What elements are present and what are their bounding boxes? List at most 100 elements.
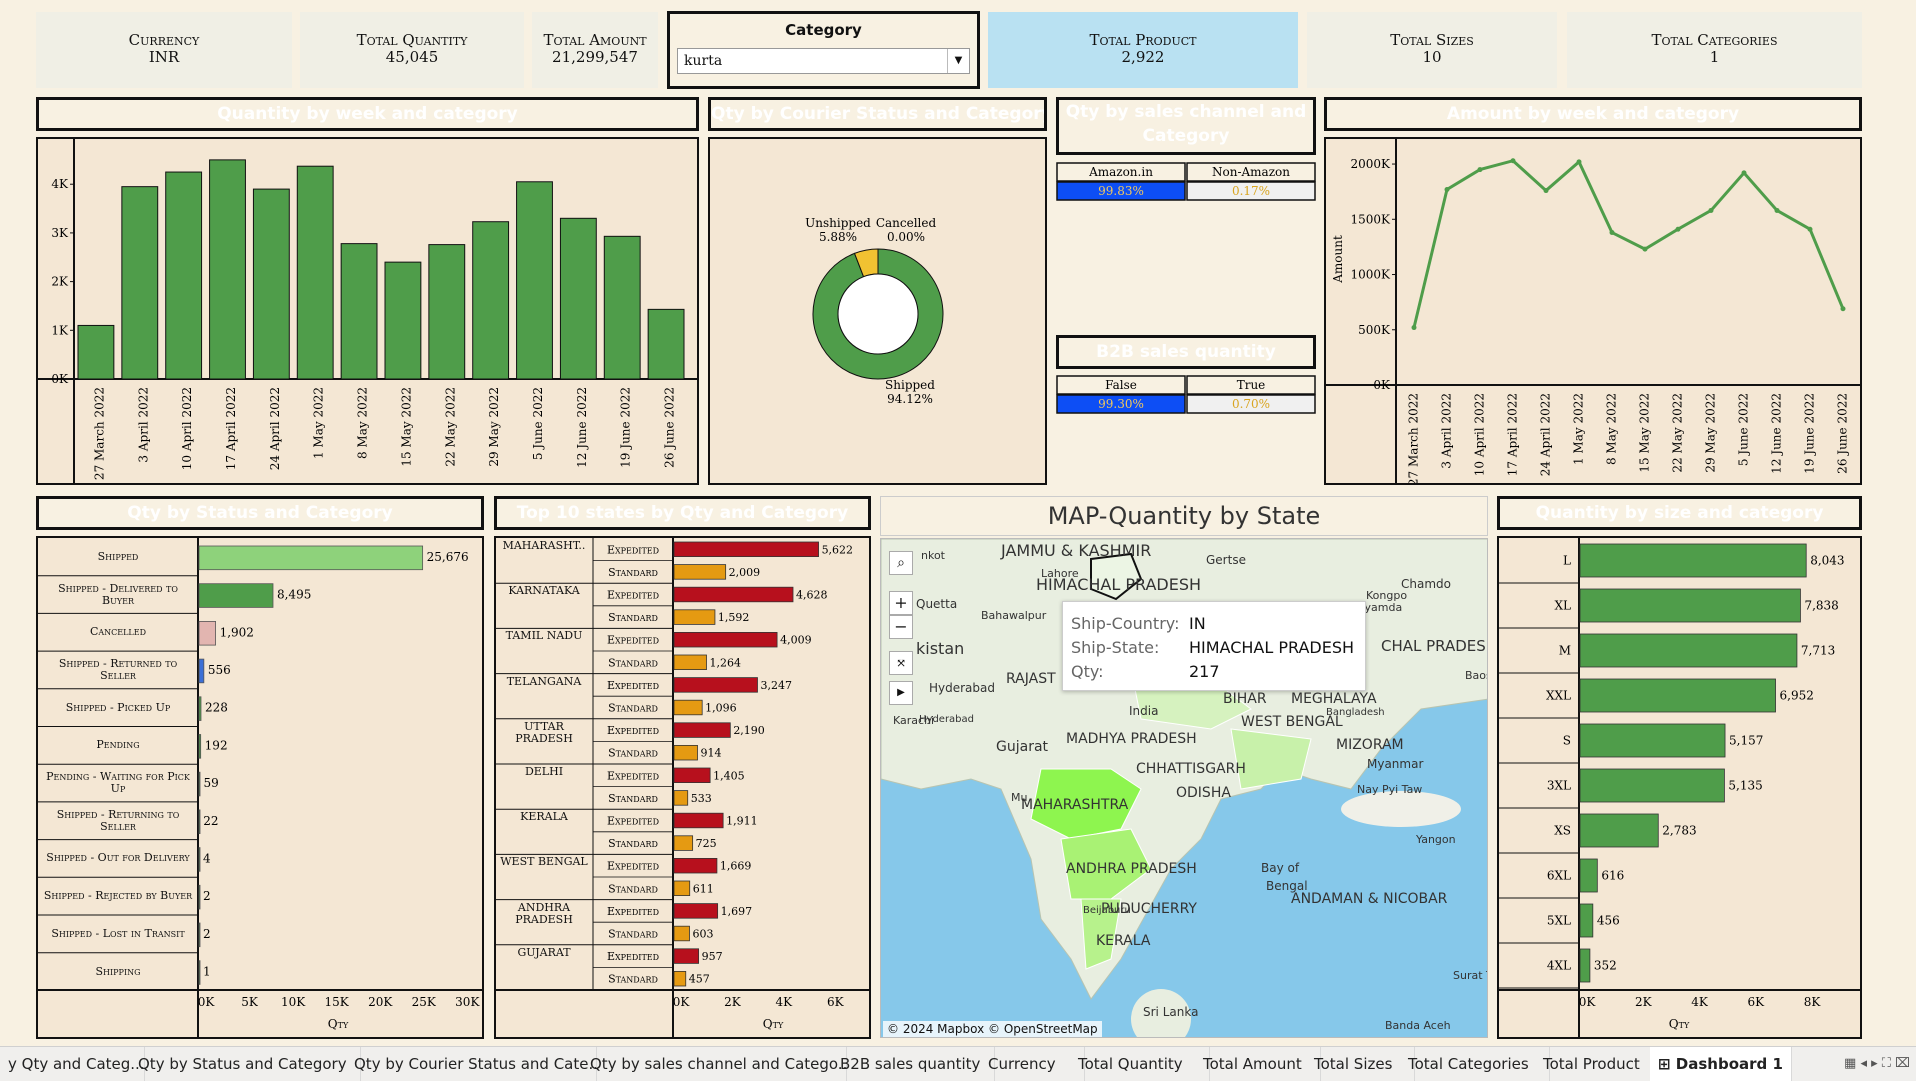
bar-value-label: 603 bbox=[693, 928, 714, 941]
map-title: MAP-Quantity by State bbox=[880, 496, 1488, 536]
bar bbox=[673, 744, 698, 761]
chevron-down-icon[interactable]: ▼ bbox=[947, 49, 969, 73]
x-tick-label: 29 May 2022 bbox=[487, 387, 501, 467]
table-header: False bbox=[1105, 378, 1137, 392]
row-label-box: Shipped - Delivered to Buyer bbox=[58, 582, 178, 606]
sheet-tab[interactable]: Total Categories bbox=[1400, 1047, 1550, 1081]
map-attribution[interactable]: © 2024 Mapbox © OpenStreetMap bbox=[883, 1021, 1102, 1037]
map-label: Beijaburu bbox=[1083, 905, 1131, 916]
map-label: Lahore bbox=[1041, 567, 1079, 580]
map-area[interactable]: JAMMU & KASHMIR HIMACHAL PRADESH Gertse Cha… bbox=[880, 538, 1488, 1038]
table-value: 99.30% bbox=[1098, 397, 1144, 411]
search-icon[interactable]: ⌕ bbox=[889, 551, 913, 575]
sheet-tab-label: Total Quantity bbox=[1078, 1055, 1183, 1073]
x-tick-label: 30K bbox=[455, 995, 480, 1009]
kpi-total-amount[interactable]: Total Amount 21,299,547 bbox=[532, 12, 658, 88]
bar bbox=[673, 632, 778, 648]
x-tick-label: 0K bbox=[673, 995, 691, 1009]
bar-value-label: 1,669 bbox=[720, 860, 752, 873]
sheet-tab[interactable]: Total Amount bbox=[1195, 1047, 1321, 1081]
row-label-box: Shipping bbox=[96, 965, 141, 977]
map-label: India bbox=[1129, 704, 1159, 718]
category-select[interactable]: kurta ▼ bbox=[677, 48, 970, 74]
state-label-box: GUJARAT bbox=[517, 946, 571, 959]
kpi-total-categories[interactable]: Total Categories 1 bbox=[1567, 12, 1862, 88]
kpi-currency[interactable]: Currency INR bbox=[36, 12, 292, 88]
sheet-tab[interactable]: Qty by sales channel and Catego... bbox=[582, 1047, 847, 1081]
state-label-box: KARNATAKA bbox=[508, 585, 579, 597]
sheet-tab[interactable]: Qty by Status and Category bbox=[130, 1047, 361, 1081]
top-states-title: Top 10 states by Qty and Category bbox=[494, 496, 871, 530]
map-label: Hyderabad bbox=[929, 681, 995, 695]
bar-value-label: 2,190 bbox=[733, 724, 765, 737]
sheet-tab[interactable]: Total Sizes bbox=[1306, 1047, 1415, 1081]
row-label: Pending bbox=[96, 738, 140, 752]
slice-label: Cancelled bbox=[876, 216, 937, 230]
sheet-tab[interactable]: Total Product bbox=[1535, 1047, 1665, 1081]
kpi-total-quantity[interactable]: Total Quantity 45,045 bbox=[300, 12, 524, 88]
courier-title: Qty by Courier Status and Category bbox=[708, 97, 1047, 131]
y-tick-label: 3K bbox=[51, 226, 69, 240]
sales-channel-table: Amazon.in 99.83% Non-Amazon 0.17% bbox=[1056, 162, 1316, 202]
kpi-total-product-value: 2,922 bbox=[1121, 48, 1165, 66]
state-label-box: MAHARASHT.. bbox=[503, 540, 586, 552]
sheet-tab[interactable]: B2B sales quantity bbox=[832, 1047, 995, 1081]
reset-map-icon[interactable]: ⤧ bbox=[889, 651, 913, 675]
bar bbox=[673, 699, 703, 716]
x-tick-label: 26 June 2022 bbox=[663, 387, 677, 468]
size-panel: L 8,043 XL 7,838 M 7,713 XXL 6,952 S 5,157 3XL 5,13… bbox=[1497, 536, 1862, 1039]
map-label: ANDHRA PRADESH bbox=[1066, 861, 1197, 877]
bar-value-label: 1,405 bbox=[713, 769, 745, 782]
amount-week-title: Amount by week and category bbox=[1324, 97, 1862, 131]
sheet-tab[interactable]: y Qty and Categ... bbox=[0, 1047, 145, 1081]
table-value: 99.83% bbox=[1098, 184, 1144, 198]
size-chart: L 8,043 XL 7,838 M 7,713 XXL 6,952 S 5,157 3XL 5,13… bbox=[1499, 538, 1860, 1037]
bar bbox=[1579, 903, 1594, 938]
bar bbox=[198, 809, 201, 834]
bar bbox=[198, 960, 201, 985]
bar bbox=[198, 696, 202, 721]
bar bbox=[1579, 858, 1598, 893]
sheet-tab[interactable]: Total Quantity bbox=[1070, 1047, 1210, 1081]
bar bbox=[209, 159, 246, 380]
kpi-total-sizes[interactable]: Total Sizes 10 bbox=[1307, 12, 1557, 88]
y-tick-label: 1500K bbox=[1350, 212, 1391, 226]
line-point bbox=[1774, 207, 1780, 213]
line-point bbox=[1642, 246, 1648, 252]
bar bbox=[673, 609, 716, 625]
zoom-in-icon[interactable]: + bbox=[889, 591, 913, 615]
courier-donut-chart: Shipped94.12% Unshipped5.88% Cancelled0.00… bbox=[805, 216, 944, 406]
tooltip-key: Qty: bbox=[1071, 662, 1104, 681]
map-label: ODISHA bbox=[1176, 785, 1231, 801]
slice-value: 94.12% bbox=[887, 392, 933, 406]
state-label-box: WEST BENGAL bbox=[500, 856, 587, 868]
bar bbox=[673, 835, 694, 851]
bar bbox=[340, 243, 378, 380]
bar-value-label: 4,628 bbox=[796, 589, 828, 602]
sheet-tab-label: Currency bbox=[988, 1055, 1056, 1073]
map-label: CHHATTISGARH bbox=[1136, 761, 1246, 777]
bar bbox=[673, 654, 707, 671]
bar bbox=[252, 188, 290, 380]
kpi-total-product[interactable]: Total Product 2,922 bbox=[988, 12, 1298, 88]
bar-value-label: 1,911 bbox=[726, 815, 758, 828]
map-label: kistan bbox=[916, 639, 965, 658]
map-label: Surat Th bbox=[1453, 969, 1487, 982]
bar-value-label: 5,622 bbox=[822, 543, 854, 556]
play-icon[interactable]: ▶ bbox=[889, 681, 913, 705]
zoom-out-icon[interactable]: − bbox=[889, 615, 913, 639]
size-label: M bbox=[1559, 644, 1571, 658]
bar-value-label: 228 bbox=[205, 701, 228, 715]
method-label: Expedited bbox=[607, 679, 659, 692]
sheet-tab[interactable]: Qty by Courier Status and Cate... bbox=[346, 1047, 597, 1081]
x-tick-label: 3 April 2022 bbox=[1440, 393, 1454, 469]
state-label: GUJARAT bbox=[517, 946, 571, 959]
x-tick-label: 4K bbox=[1691, 995, 1709, 1009]
sheet-tab[interactable]: ⊞ Dashboard 1 bbox=[1650, 1047, 1792, 1081]
method-label: Expedited bbox=[607, 860, 659, 873]
sheet-tab-label: Total Sizes bbox=[1314, 1055, 1393, 1073]
state-label: TAMIL NADU bbox=[505, 630, 583, 643]
tab-nav-controls[interactable]: ▦ ◂ ▸ ⛶ ⌧ bbox=[1782, 1047, 1916, 1081]
bar-value-label: 611 bbox=[693, 882, 714, 895]
kpi-total-sizes-label: Total Sizes bbox=[1390, 31, 1474, 49]
